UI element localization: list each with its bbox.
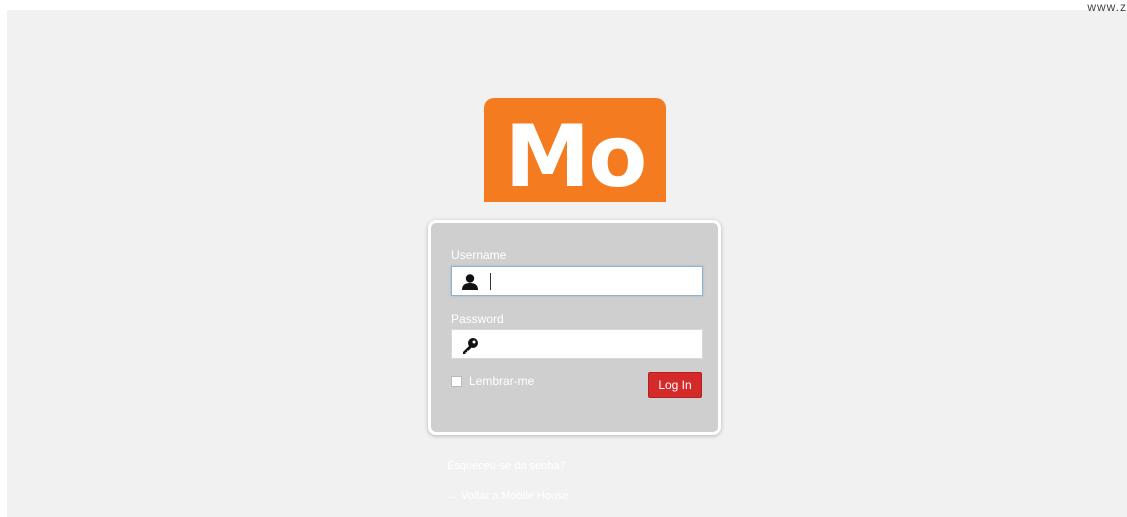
login-form: Username Password Lembrar-me Log In <box>428 220 721 435</box>
password-input[interactable] <box>488 334 693 354</box>
password-field[interactable] <box>451 329 703 359</box>
login-button[interactable]: Log In <box>648 372 702 398</box>
password-label: Password <box>451 312 504 326</box>
username-input[interactable] <box>488 271 693 291</box>
user-icon <box>462 274 478 290</box>
remember-me-row: Lembrar-me <box>451 374 534 388</box>
watermark-text: www.z <box>1087 0 1127 14</box>
username-field[interactable] <box>451 266 703 296</box>
remember-me-label[interactable]: Lembrar-me <box>469 374 534 388</box>
back-to-site-link[interactable]: ← Voltar a Mobile House <box>447 490 569 502</box>
username-label: Username <box>451 248 507 262</box>
remember-me-checkbox[interactable] <box>451 375 462 387</box>
forgot-password-link[interactable]: Esqueceu-se da senha? <box>447 460 566 472</box>
site-logo[interactable]: Mo <box>484 98 666 202</box>
key-icon <box>463 338 478 354</box>
logo-text: Mo <box>504 107 648 202</box>
